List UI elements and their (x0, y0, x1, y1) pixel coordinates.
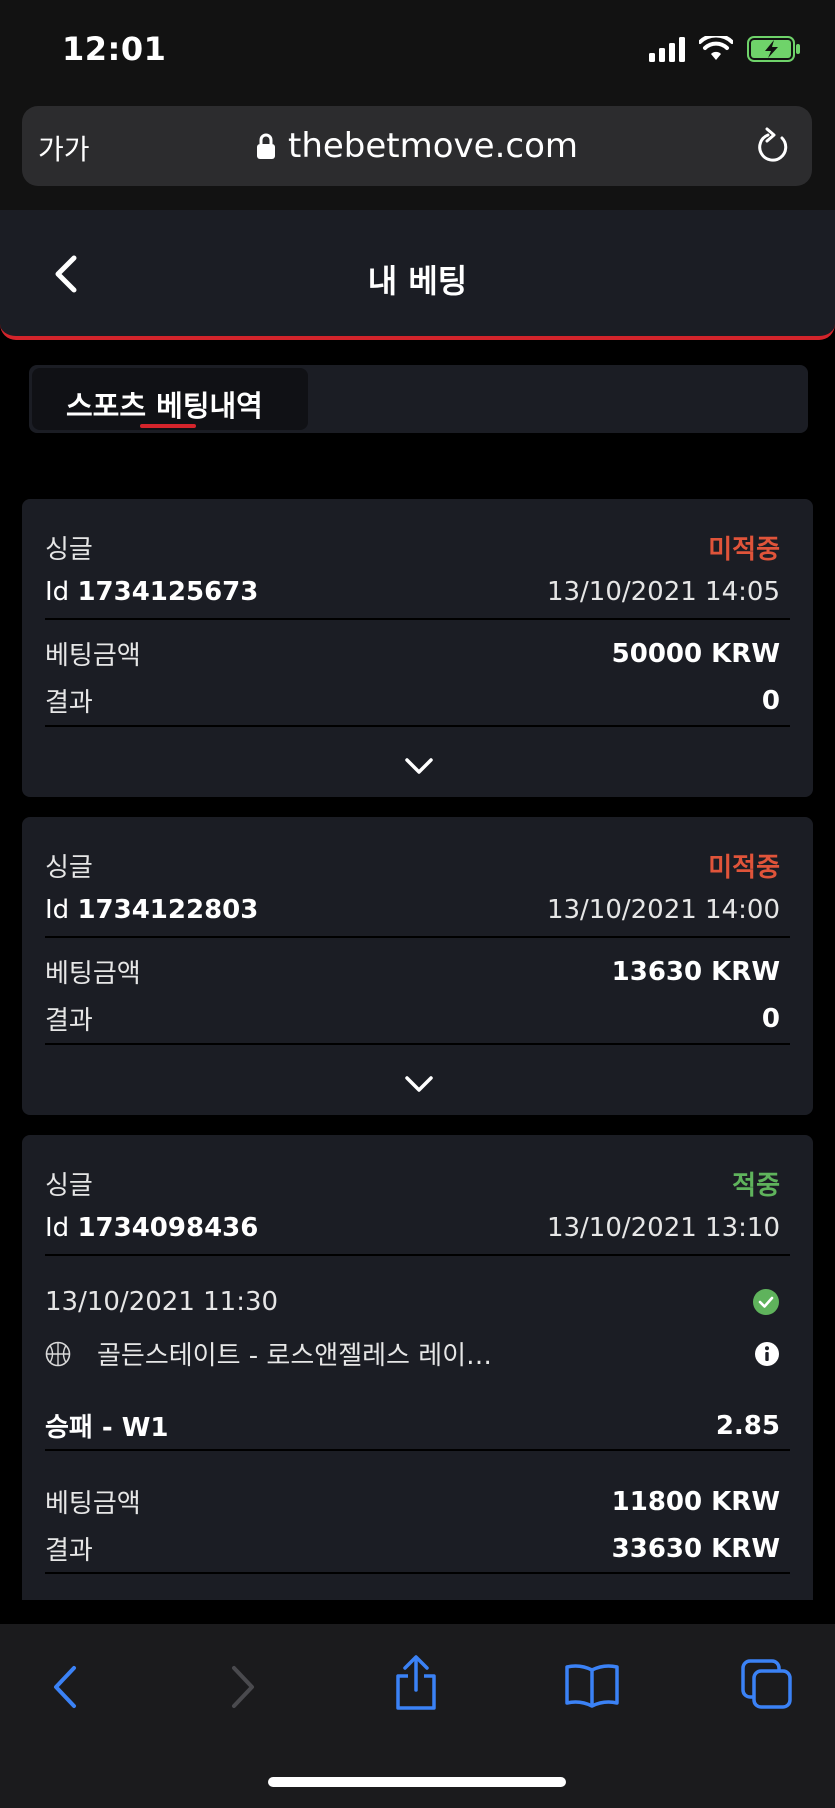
bet-id: 1734098436 (77, 1213, 259, 1243)
tabs-icon[interactable] (740, 1658, 794, 1710)
basketball-icon (45, 1341, 71, 1366)
event-name: 골든스테이트 - 로스앤젤레스 레이… (97, 1341, 493, 1371)
chevron-down-icon[interactable] (405, 1075, 433, 1093)
bet-status: 미적중 (708, 535, 780, 565)
bet-id: 1734122803 (77, 895, 259, 925)
bet-type: 싱글 (45, 535, 93, 565)
bet-id-prefix: Id (45, 895, 70, 925)
url-bar[interactable]: 가가 thebetmove.com (22, 106, 812, 186)
result-label: 결과 (45, 688, 93, 718)
browser-top-bar: 가가 thebetmove.com (0, 96, 835, 210)
bet-header-row: 싱글 미적중 (45, 529, 780, 566)
market-selection: 승패 - W1 (45, 1413, 169, 1443)
lock-icon (256, 133, 275, 159)
stake-label: 베팅금액 (45, 641, 141, 671)
check-circle-icon (753, 1289, 779, 1315)
bet-id-prefix: Id (45, 577, 70, 607)
divider (45, 618, 790, 620)
divider (45, 1449, 790, 1451)
bet-type: 싱글 (45, 853, 93, 883)
bet-id-prefix: Id (45, 1213, 70, 1243)
bet-datetime: 13/10/2021 14:00 (546, 895, 780, 925)
market-row: 승패 - W1 2.85 (45, 1407, 780, 1444)
result-row: 결과 33630 KRW (45, 1530, 780, 1567)
bet-status: 미적중 (708, 853, 780, 883)
stake-row: 베팅금액 50000 KRW (45, 635, 780, 672)
bet-id-row: Id 1734098436 13/10/2021 13:10 (45, 1213, 780, 1243)
bet-id-row: Id 1734122803 13/10/2021 14:00 (45, 895, 780, 925)
bet-card: 싱글 미적중 Id 1734122803 13/10/2021 14:00 베팅… (22, 817, 813, 1115)
divider (45, 725, 790, 727)
result-row: 결과 0 (45, 682, 780, 719)
bet-id-row: Id 1734125673 13/10/2021 14:05 (45, 577, 780, 607)
result-row: 결과 0 (45, 1000, 780, 1037)
tab-active-indicator (140, 424, 196, 428)
bookmarks-icon[interactable] (564, 1662, 620, 1708)
bet-datetime: 13/10/2021 14:05 (546, 577, 780, 607)
url-display[interactable]: thebetmove.com (22, 126, 812, 166)
stake-label: 베팅금액 (45, 959, 141, 989)
status-bar: 12:01 (0, 0, 835, 96)
odds-value: 2.85 (715, 1410, 780, 1441)
bet-card: 싱글 미적중 Id 1734125673 13/10/2021 14:05 베팅… (22, 499, 813, 797)
info-icon[interactable] (754, 1341, 780, 1367)
event-datetime-row: 13/10/2021 11:30 (45, 1287, 780, 1317)
home-indicator (268, 1777, 566, 1787)
tab-label: 스포츠 베팅내역 (66, 389, 263, 423)
stake-row: 베팅금액 13630 KRW (45, 953, 780, 990)
event-row[interactable]: 골든스테이트 - 로스앤젤레스 레이… (45, 1335, 780, 1372)
bet-type: 싱글 (45, 1171, 93, 1201)
bet-datetime: 13/10/2021 13:10 (546, 1213, 780, 1243)
battery-icon (747, 36, 800, 62)
bet-header-row: 싱글 미적중 (45, 847, 780, 884)
stake-label: 베팅금액 (45, 1489, 141, 1519)
bet-id: 1734125673 (77, 577, 259, 607)
event-datetime: 13/10/2021 11:30 (45, 1287, 279, 1317)
share-icon[interactable] (392, 1654, 440, 1712)
bet-header-row: 싱글 적중 (45, 1165, 780, 1202)
tab-bar: 스포츠 베팅내역 (29, 365, 808, 433)
signal-icon (649, 36, 685, 62)
status-time: 12:01 (62, 30, 167, 68)
url-text: thebetmove.com (287, 126, 578, 166)
divider (45, 936, 790, 938)
back-icon[interactable] (48, 1664, 82, 1710)
bet-card: 싱글 적중 Id 1734098436 13/10/2021 13:10 13/… (22, 1135, 813, 1600)
result-value: 0 (761, 1003, 780, 1034)
chevron-down-icon[interactable] (405, 757, 433, 775)
tab-sports-bet-history[interactable]: 스포츠 베팅내역 (32, 368, 308, 430)
divider (45, 1254, 790, 1256)
stake-value: 11800 KRW (611, 1486, 780, 1517)
divider (45, 1572, 790, 1574)
result-value: 33630 KRW (611, 1533, 780, 1564)
stake-value: 13630 KRW (611, 956, 780, 987)
result-label: 결과 (45, 1536, 93, 1566)
stake-value: 50000 KRW (611, 638, 780, 669)
forward-icon (232, 1666, 254, 1708)
bet-status: 적중 (732, 1171, 780, 1201)
stake-row: 베팅금액 11800 KRW (45, 1483, 780, 1520)
divider (45, 1043, 790, 1045)
reload-icon[interactable] (756, 126, 790, 166)
result-label: 결과 (45, 1006, 93, 1036)
app-header: 내 베팅 (0, 210, 835, 340)
page-title: 내 베팅 (367, 262, 468, 300)
result-value: 0 (761, 685, 780, 716)
wifi-icon (699, 36, 733, 60)
status-icons (649, 36, 801, 62)
